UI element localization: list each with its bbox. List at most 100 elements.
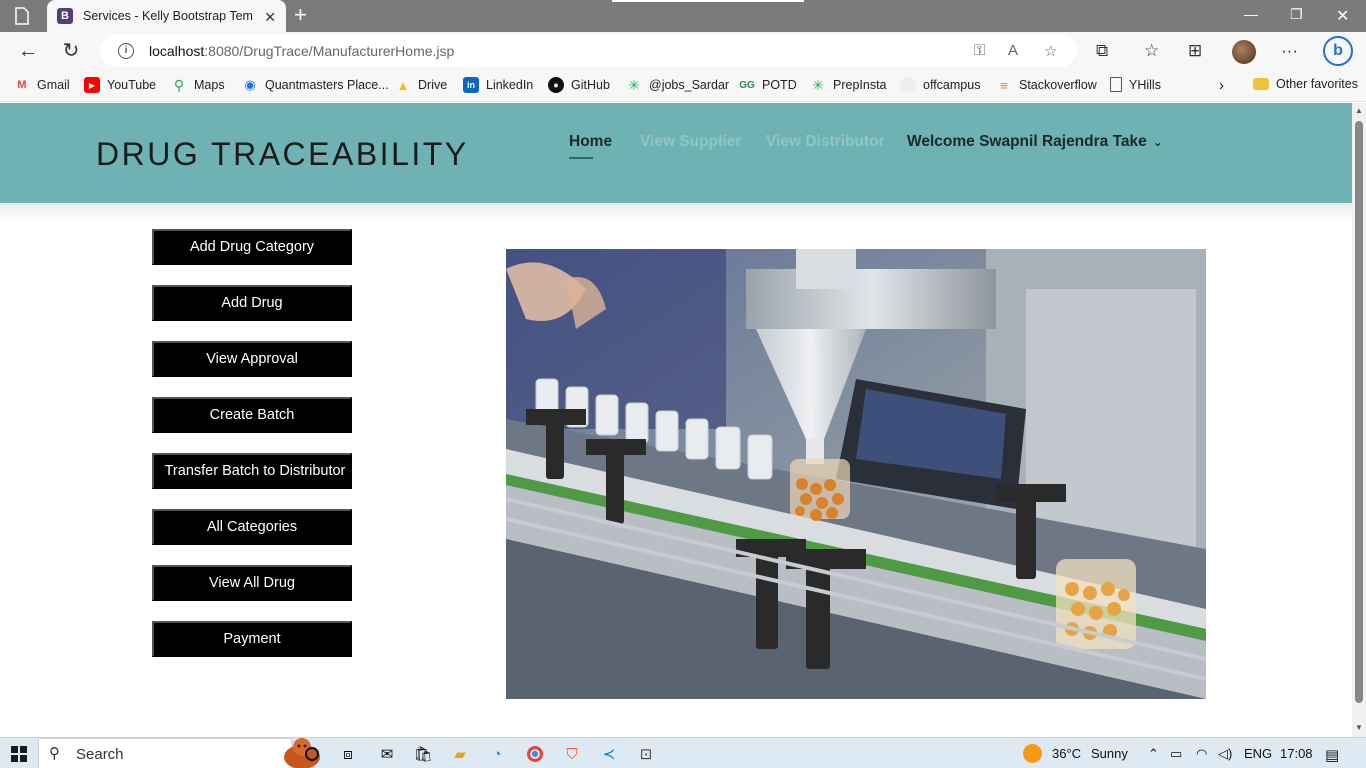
chrome-icon[interactable] [525, 744, 545, 764]
bookmark-stackoverflow[interactable]: ≡ Stackoverflow [996, 77, 1097, 93]
bookmarks-overflow-icon[interactable]: › [1219, 77, 1224, 94]
mail-icon[interactable]: ✉ [377, 744, 397, 764]
read-aloud-icon[interactable]: A [1008, 42, 1018, 59]
site-header: DRUG TRACEABILITY Home View Supplier Vie… [0, 103, 1352, 203]
bing-icon[interactable]: b [1323, 36, 1353, 66]
tab-actions-icon[interactable] [14, 7, 30, 25]
nav-home[interactable]: Home [569, 133, 612, 159]
windows-start-icon[interactable] [11, 746, 27, 762]
header-shadow [0, 203, 1352, 221]
bookmark-github[interactable]: ● GitHub [548, 77, 610, 93]
view-all-drug-button[interactable]: View All Drug [152, 565, 352, 601]
gmail-icon: M [17, 79, 27, 91]
geeksforgeeks-icon: GG [739, 79, 755, 91]
taskbar-search[interactable]: ⚲ Search [38, 738, 320, 768]
cortana-icon[interactable] [302, 744, 322, 764]
brave-icon[interactable]: ⛉ [562, 744, 582, 764]
minimize-icon[interactable]: — [1244, 6, 1258, 22]
extensions-icon[interactable]: ⧉ [1096, 41, 1108, 61]
battery-icon[interactable]: ▭ [1170, 746, 1182, 762]
url-text[interactable]: localhost:8080/DrugTrace/ManufacturerHom… [149, 43, 454, 59]
notifications-icon[interactable]: ▤ [1325, 746, 1339, 764]
restore-icon[interactable]: ❐ [1290, 6, 1303, 23]
hero-image [506, 249, 1206, 699]
bookmark-potd[interactable]: GG POTD [739, 77, 797, 93]
stackoverflow-icon: ≡ [1000, 77, 1008, 93]
browser-tab-strip: B Services - Kelly Bootstrap Template ✕ … [0, 0, 1366, 32]
bookmark-linkedin[interactable]: in LinkedIn [463, 77, 533, 93]
task-view-icon[interactable]: ⧈ [338, 744, 358, 764]
bookmarks-bar: M Gmail ▶ YouTube ⚲ Maps ◉ Quantmasters Plac… [0, 70, 1366, 102]
nav-view-distributor[interactable]: View Distributor [766, 133, 885, 151]
bookmark-jobs-sardar[interactable]: ✳ @jobs_Sardar [626, 77, 729, 93]
github-icon: ● [548, 77, 564, 93]
add-favorite-icon[interactable]: ☆ [1044, 42, 1057, 60]
tray-overflow-icon[interactable]: ⌃ [1148, 746, 1159, 762]
close-window-icon[interactable]: ✕ [1336, 6, 1349, 26]
address-bar[interactable]: i localhost:8080/DrugTrace/ManufacturerH… [100, 35, 1077, 67]
windows-taskbar: ⚲ Search ⧈ ✉ 🛍 ▰ ◔ ⛉ ≺ ⊡ 36°C Sunny ⌃ ▭ … [0, 737, 1366, 768]
all-categories-button[interactable]: All Categories [152, 509, 352, 545]
site-brand[interactable]: DRUG TRACEABILITY [96, 136, 469, 173]
drag-region [612, 0, 804, 2]
offcampus-icon [900, 77, 916, 93]
edge-icon[interactable]: ◔ [487, 744, 507, 764]
payment-button[interactable]: Payment [152, 621, 352, 657]
snipping-tool-icon[interactable]: ⊡ [636, 744, 656, 764]
weather-text[interactable]: Sunny [1091, 746, 1128, 761]
bookmark-maps[interactable]: ⚲ Maps [171, 77, 225, 93]
temperature[interactable]: 36°C [1052, 746, 1081, 761]
folder-icon [1253, 78, 1269, 90]
vscode-icon[interactable]: ≺ [599, 744, 619, 764]
bookmark-youtube[interactable]: ▶ YouTube [84, 77, 156, 93]
scroll-down-icon[interactable]: ▼ [1355, 723, 1363, 732]
bookmark-yhills[interactable]: YHills [1110, 77, 1161, 92]
chevron-down-icon: ⌄ [1152, 135, 1163, 149]
tab-title: Services - Kelly Bootstrap Template [83, 9, 253, 23]
scrollbar-thumb[interactable] [1355, 121, 1363, 703]
browser-toolbar: ← ↻ i localhost:8080/DrugTrace/Manufactu… [0, 32, 1366, 70]
favorites-icon[interactable]: ☆ [1144, 41, 1159, 61]
more-menu-icon[interactable]: ··· [1281, 41, 1298, 61]
wifi-icon[interactable]: ◠ [1196, 746, 1207, 762]
page-icon [1110, 77, 1122, 92]
bookmark-offcampus[interactable]: offcampus [900, 77, 980, 93]
quantmasters-icon: ◉ [244, 77, 256, 92]
key-icon[interactable]: ⚿ [974, 42, 985, 59]
view-approval-button[interactable]: View Approval [152, 341, 352, 377]
scroll-up-icon[interactable]: ▲ [1355, 106, 1363, 115]
store-icon[interactable]: 🛍 [413, 744, 433, 764]
nav-user-dropdown[interactable]: Welcome Swapnil Rajendra Take ⌄ [907, 133, 1163, 151]
refresh-icon[interactable]: ↻ [60, 40, 82, 62]
search-placeholder: Search [76, 746, 124, 763]
other-favorites-folder[interactable]: Other favorites [1253, 77, 1358, 91]
drive-icon: ▲ [396, 77, 410, 93]
new-tab-icon[interactable]: + [294, 4, 307, 26]
add-drug-category-button[interactable]: Add Drug Category [152, 229, 352, 265]
browser-tab-active[interactable]: B Services - Kelly Bootstrap Template ✕ [47, 0, 286, 32]
create-batch-button[interactable]: Create Batch [152, 397, 352, 433]
nav-view-supplier[interactable]: View Supplier [640, 133, 741, 151]
add-drug-button[interactable]: Add Drug [152, 285, 352, 321]
volume-icon[interactable]: ◁) [1218, 746, 1232, 762]
bookmark-gmail[interactable]: M Gmail [14, 77, 69, 93]
linkedin-icon: in [463, 77, 479, 93]
collections-icon[interactable]: ⊞ [1188, 41, 1202, 61]
perplexity-icon: ✳ [628, 76, 640, 93]
bookmark-quantmasters[interactable]: ◉ Quantmasters Place... [242, 77, 388, 93]
clock[interactable]: 17:08 [1280, 746, 1313, 761]
back-icon[interactable]: ← [17, 40, 39, 62]
weather-sun-icon[interactable] [1023, 744, 1042, 763]
site-info-icon[interactable]: i [118, 43, 134, 59]
maps-icon: ⚲ [173, 76, 185, 93]
page-scrollbar[interactable]: ▲ ▼ [1352, 103, 1366, 737]
profile-avatar[interactable] [1232, 40, 1256, 64]
search-icon: ⚲ [49, 745, 60, 762]
language-indicator[interactable]: ENG [1244, 746, 1272, 761]
close-tab-icon[interactable]: ✕ [264, 9, 276, 26]
file-explorer-icon[interactable]: ▰ [450, 744, 470, 764]
prepinsta-icon: ✳ [812, 76, 824, 93]
transfer-batch-button[interactable]: Transfer Batch to Distributor [152, 453, 352, 489]
bookmark-drive[interactable]: ▲ Drive [395, 77, 448, 93]
bookmark-prepinsta[interactable]: ✳ PrepInsta [810, 76, 886, 93]
